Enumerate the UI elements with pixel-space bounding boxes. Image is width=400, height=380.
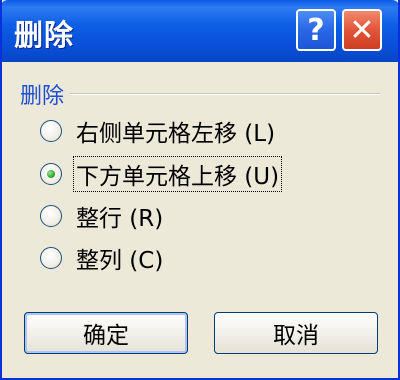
option-entire-column-label: 整列 (C): [76, 248, 164, 274]
option-shift-up-label: 下方单元格上移 (U): [72, 156, 283, 192]
group-divider: [20, 93, 380, 95]
group-label: 删除: [20, 78, 71, 110]
option-shift-left[interactable]: 右侧单元格左移 (L): [40, 114, 277, 148]
help-icon: ?: [307, 12, 325, 48]
ok-button-label: 确定: [83, 323, 129, 349]
radio-selected-dot: [47, 170, 55, 178]
ok-button[interactable]: 确定: [24, 312, 188, 354]
close-icon: ✕: [349, 12, 375, 48]
close-button[interactable]: ✕: [342, 9, 382, 51]
option-entire-column[interactable]: 整列 (C): [40, 241, 165, 275]
cancel-button-label: 取消: [273, 323, 319, 349]
radio-shift-left[interactable]: [40, 120, 62, 142]
radio-entire-column[interactable]: [40, 247, 62, 269]
delete-dialog: 删除 ? ✕ 删除 右侧单元格左移 (L) 下方单元格上移 (U) 整行 (R)…: [0, 0, 400, 380]
help-button[interactable]: ?: [296, 9, 336, 51]
radio-shift-up[interactable]: [40, 163, 62, 185]
option-shift-left-label: 右侧单元格左移 (L): [76, 121, 276, 147]
option-entire-row[interactable]: 整行 (R): [40, 199, 165, 233]
window-title: 删除: [14, 18, 75, 52]
cancel-button[interactable]: 取消: [214, 312, 378, 354]
option-shift-up[interactable]: 下方单元格上移 (U): [40, 156, 283, 192]
option-entire-row-label: 整行 (R): [76, 206, 164, 232]
title-bar[interactable]: 删除 ? ✕: [2, 0, 398, 62]
radio-entire-row[interactable]: [40, 205, 62, 227]
